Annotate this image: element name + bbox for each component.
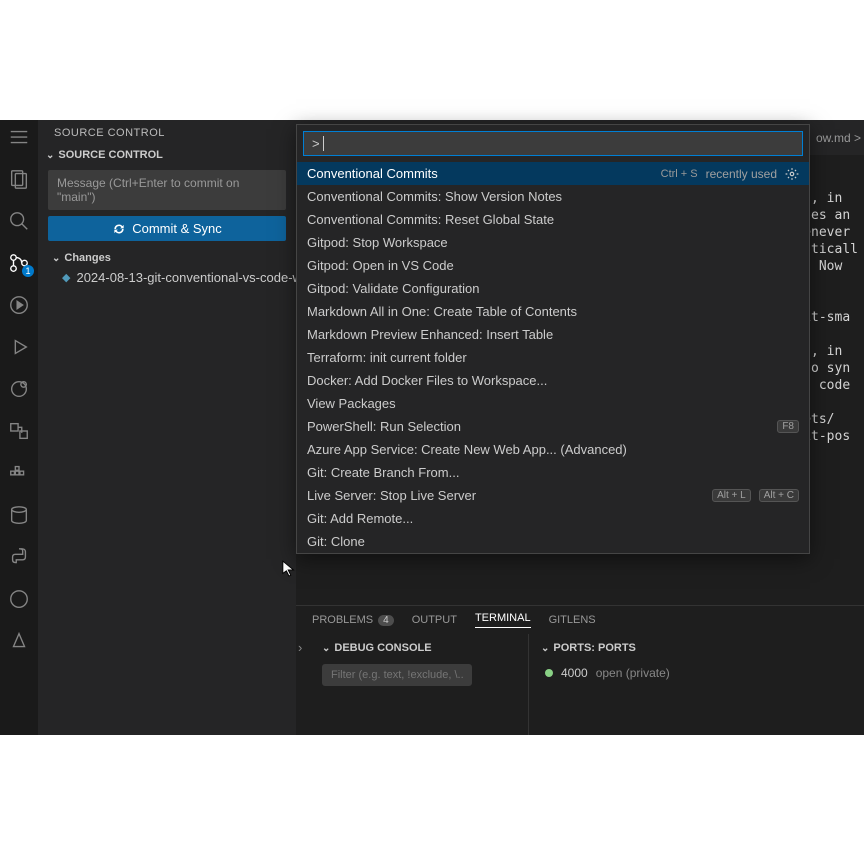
- command-item[interactable]: Live Server: Stop Live ServerAlt + LAlt …: [297, 484, 809, 507]
- commit-message-input[interactable]: Message (Ctrl+Enter to commit on "main"): [48, 170, 286, 210]
- database-icon[interactable]: [7, 503, 31, 527]
- debug-filter-input[interactable]: [322, 664, 472, 686]
- command-item[interactable]: PowerShell: Run SelectionF8: [297, 415, 809, 438]
- changes-section[interactable]: ⌄ Changes: [38, 249, 296, 267]
- editor-tab[interactable]: ow.md >: [816, 131, 861, 145]
- gear-icon: [785, 167, 799, 181]
- play-icon[interactable]: [7, 335, 31, 359]
- command-item[interactable]: Conventional Commits: Reset Global State: [297, 208, 809, 231]
- command-item[interactable]: Conventional CommitsCtrl + Srecently use…: [297, 162, 809, 185]
- port-status-dot: [545, 669, 553, 677]
- chevron-right-icon[interactable]: ›: [296, 634, 314, 735]
- command-item[interactable]: Gitpod: Open in VS Code: [297, 254, 809, 277]
- markdown-file-icon: ◆: [62, 271, 70, 284]
- bottom-panel: PROBLEMS 4 OUTPUT TERMINAL GITLENS › ⌄ D…: [296, 605, 864, 735]
- port-item[interactable]: 4000 open (private): [541, 658, 852, 688]
- sync-icon: [112, 222, 126, 236]
- source-control-section[interactable]: ⌄ SOURCE CONTROL: [38, 146, 296, 164]
- explorer-icon[interactable]: [7, 167, 31, 191]
- command-item[interactable]: Docker: Add Docker Files to Workspace...: [297, 369, 809, 392]
- source-control-sidebar: SOURCE CONTROL ⌄ SOURCE CONTROL Message …: [38, 120, 296, 735]
- source-control-icon[interactable]: 1: [7, 251, 31, 275]
- search-icon[interactable]: [7, 209, 31, 233]
- command-item[interactable]: Gitpod: Stop Workspace: [297, 231, 809, 254]
- azure-icon[interactable]: [7, 629, 31, 653]
- debug-console-panel: ⌄ DEBUG CONSOLE: [314, 634, 529, 735]
- menu-icon[interactable]: [7, 125, 31, 149]
- docker-icon[interactable]: [7, 461, 31, 485]
- command-item[interactable]: Markdown All in One: Create Table of Con…: [297, 300, 809, 323]
- command-palette-list: Conventional CommitsCtrl + Srecently use…: [297, 162, 809, 553]
- command-item[interactable]: Git: Create Branch From...: [297, 461, 809, 484]
- tab-gitlens[interactable]: GITLENS: [549, 612, 596, 628]
- scm-badge: 1: [22, 265, 34, 277]
- command-item[interactable]: Markdown Preview Enhanced: Insert Table: [297, 323, 809, 346]
- commit-sync-button[interactable]: Commit & Sync: [48, 216, 286, 241]
- tab-output[interactable]: OUTPUT: [412, 612, 457, 628]
- python-icon[interactable]: [7, 545, 31, 569]
- tab-problems[interactable]: PROBLEMS 4: [312, 612, 394, 628]
- problems-badge: 4: [378, 615, 394, 626]
- extensions-icon[interactable]: [7, 377, 31, 401]
- remote-icon[interactable]: [7, 419, 31, 443]
- activity-bar: 1: [0, 120, 38, 735]
- chevron-down-icon: ⌄: [52, 253, 60, 264]
- ports-panel: ⌄ PORTS: PORTS 4000 open (private): [529, 634, 864, 735]
- command-palette: > Conventional CommitsCtrl + Srecently u…: [296, 124, 810, 554]
- chevron-down-icon: ⌄: [46, 150, 54, 161]
- command-item[interactable]: Git: Add Remote...: [297, 507, 809, 530]
- command-item[interactable]: Gitpod: Validate Configuration: [297, 277, 809, 300]
- command-item[interactable]: Terraform: init current folder: [297, 346, 809, 369]
- command-item[interactable]: Azure App Service: Create New Web App...…: [297, 438, 809, 461]
- command-item[interactable]: Conventional Commits: Show Version Notes: [297, 185, 809, 208]
- ports-header[interactable]: ⌄ PORTS: PORTS: [541, 638, 852, 658]
- command-palette-input[interactable]: >: [303, 131, 803, 156]
- command-item[interactable]: Git: Clone: [297, 530, 809, 553]
- tab-terminal[interactable]: TERMINAL: [475, 612, 531, 628]
- github-icon[interactable]: [7, 587, 31, 611]
- panel-tabs: PROBLEMS 4 OUTPUT TERMINAL GITLENS: [296, 606, 864, 634]
- sidebar-title: SOURCE CONTROL: [38, 120, 296, 146]
- run-debug-icon[interactable]: [7, 293, 31, 317]
- changed-file-item[interactable]: ◆ 2024-08-13-git-conventional-vs-code-wo…: [38, 267, 296, 288]
- debug-console-header[interactable]: ⌄ DEBUG CONSOLE: [322, 638, 520, 658]
- command-item[interactable]: View Packages: [297, 392, 809, 415]
